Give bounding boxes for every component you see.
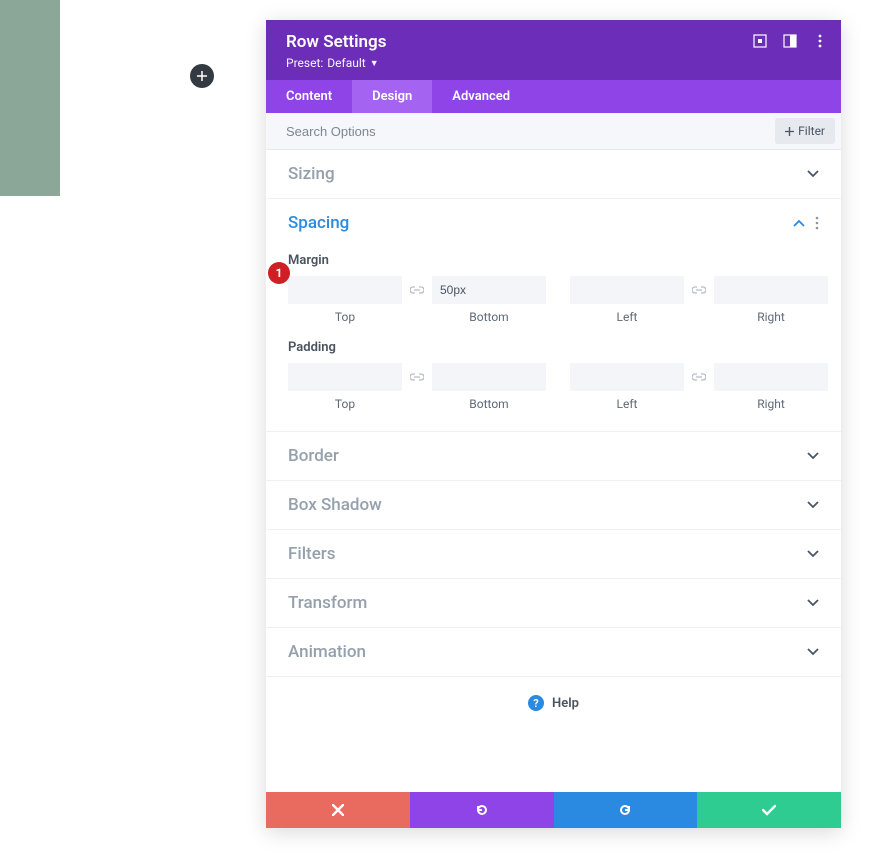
panel-title: Row Settings (286, 32, 821, 52)
section-menu-icon[interactable] (815, 216, 819, 230)
section-title: Box Shadow (288, 495, 382, 515)
section-head-border[interactable]: Border (266, 432, 841, 480)
margin-controls: Top Bottom Left (288, 276, 819, 324)
preset-prefix: Preset: (286, 56, 323, 70)
section-title: Border (288, 446, 339, 466)
chevron-down-icon (807, 599, 819, 607)
link-icon[interactable] (690, 363, 708, 391)
tabs: Content Design Advanced (266, 80, 841, 113)
padding-label: Padding (288, 340, 819, 355)
margin-label: Margin (288, 253, 819, 268)
chevron-down-icon (807, 170, 819, 178)
link-icon[interactable] (408, 363, 426, 391)
chevron-down-icon (807, 452, 819, 460)
panel-header: Row Settings Preset: Default ▼ (266, 20, 841, 80)
footer-actions (266, 792, 841, 828)
section-box-shadow: Box Shadow (266, 481, 841, 530)
chevron-up-icon (793, 219, 805, 227)
padding-left-input[interactable] (570, 363, 684, 391)
section-head-transform[interactable]: Transform (266, 579, 841, 627)
redo-icon (618, 803, 632, 817)
kebab-menu-icon[interactable] (813, 34, 827, 48)
dim-label-top: Top (335, 310, 355, 324)
padding-controls: Top Bottom Left (288, 363, 819, 411)
section-transform: Transform (266, 579, 841, 628)
redo-button[interactable] (554, 792, 698, 828)
section-title: Sizing (288, 164, 335, 184)
margin-top-input[interactable] (288, 276, 402, 304)
dim-label-bottom: Bottom (469, 310, 508, 324)
add-section-button[interactable] (190, 64, 214, 88)
section-sizing: Sizing (266, 150, 841, 199)
page-sidebar-strip (0, 0, 60, 196)
link-icon[interactable] (690, 276, 708, 304)
callout-marker-1: 1 (268, 262, 290, 284)
help-label: Help (552, 696, 579, 711)
cancel-button[interactable] (266, 792, 410, 828)
padding-right-input[interactable] (714, 363, 828, 391)
help-link[interactable]: ? Help (266, 677, 841, 721)
dim-label-top: Top (335, 397, 355, 411)
section-title: Spacing (288, 213, 349, 233)
undo-button[interactable] (410, 792, 554, 828)
check-icon (762, 804, 776, 816)
margin-right-input[interactable] (714, 276, 828, 304)
plus-icon (197, 71, 207, 81)
section-title: Filters (288, 544, 336, 564)
chevron-down-icon (807, 648, 819, 656)
section-border: Border (266, 432, 841, 481)
margin-left-input[interactable] (570, 276, 684, 304)
section-animation: Animation (266, 628, 841, 677)
tab-content[interactable]: Content (266, 80, 352, 113)
dim-label-bottom: Bottom (469, 397, 508, 411)
filter-label: Filter (798, 124, 825, 138)
section-head-filters[interactable]: Filters (266, 530, 841, 578)
plus-icon (785, 127, 794, 136)
save-button[interactable] (697, 792, 841, 828)
expand-icon[interactable] (753, 34, 767, 48)
help-icon: ? (528, 695, 544, 711)
section-title: Animation (288, 642, 366, 662)
tab-design[interactable]: Design (352, 80, 432, 113)
link-icon[interactable] (408, 276, 426, 304)
spacing-body: Margin Top Bottom (266, 253, 841, 431)
dim-label-right: Right (757, 397, 785, 411)
padding-top-input[interactable] (288, 363, 402, 391)
settings-panel: Row Settings Preset: Default ▼ Content D… (266, 20, 841, 828)
undo-icon (475, 803, 489, 817)
tab-advanced[interactable]: Advanced (432, 80, 530, 113)
dim-label-left: Left (617, 397, 638, 411)
snap-icon[interactable] (783, 34, 797, 48)
section-title: Transform (288, 593, 367, 613)
search-row: Filter (266, 113, 841, 150)
section-head-animation[interactable]: Animation (266, 628, 841, 676)
section-head-box-shadow[interactable]: Box Shadow (266, 481, 841, 529)
caret-down-icon: ▼ (370, 58, 379, 69)
filter-button[interactable]: Filter (775, 118, 835, 144)
section-spacing: Spacing 1 Margin Top (266, 199, 841, 432)
section-filters: Filters (266, 530, 841, 579)
close-icon (332, 804, 344, 816)
panel-body: Sizing Spacing 1 Margin (266, 150, 841, 792)
dim-label-right: Right (757, 310, 785, 324)
chevron-down-icon (807, 550, 819, 558)
header-actions (753, 34, 827, 48)
chevron-down-icon (807, 501, 819, 509)
section-head-spacing[interactable]: Spacing (266, 199, 841, 247)
padding-bottom-input[interactable] (432, 363, 546, 391)
dim-label-left: Left (617, 310, 638, 324)
search-input[interactable] (266, 114, 769, 149)
section-head-sizing[interactable]: Sizing (266, 150, 841, 198)
preset-value: Default (327, 56, 365, 70)
preset-selector[interactable]: Preset: Default ▼ (286, 56, 821, 70)
margin-bottom-input[interactable] (432, 276, 546, 304)
